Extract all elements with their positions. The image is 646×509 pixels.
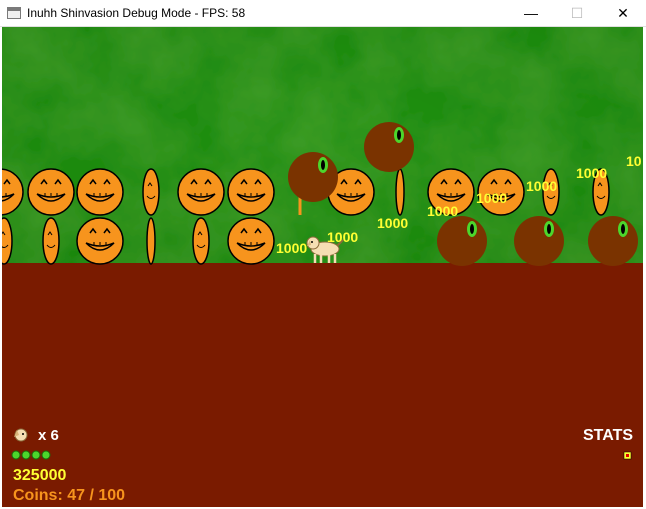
pumpkin-enemy (227, 168, 275, 216)
health-pip (11, 450, 21, 460)
stats-label[interactable]: STATS (583, 427, 633, 445)
game-viewport[interactable]: 1000 1000 1000 1000 1000 1000 1000 1000 … (2, 27, 643, 507)
eye-blob-enemy (437, 216, 487, 266)
floating-score: 10 (626, 153, 642, 169)
coins-counter: Coins: 47 / 100 (13, 487, 126, 504)
ground (2, 263, 643, 507)
pumpkin-enemy (76, 168, 124, 216)
minimize-button[interactable]: — (508, 0, 554, 26)
eye-blob-enemy (514, 216, 564, 266)
close-button[interactable]: ✕ (600, 0, 646, 26)
floating-score: 1000 (327, 229, 358, 245)
floating-score: 1000 (576, 165, 607, 181)
floating-score: 1000 (526, 178, 557, 194)
pumpkin-enemy (177, 168, 225, 216)
floating-score: 1000 (377, 215, 408, 231)
pumpkin-enemy (27, 168, 75, 216)
health-pip (41, 450, 51, 460)
pumpkin-enemy-turning (2, 217, 13, 265)
pumpkin-enemy-turning (146, 217, 156, 265)
eye-blob-enemy (364, 122, 414, 172)
pumpkin-enemy-turning (395, 168, 405, 216)
floating-score: 1000 (476, 190, 507, 206)
pumpkin-enemy (227, 217, 275, 265)
health-pip (21, 450, 31, 460)
window-title: Inuhh Shinvasion Debug Mode - FPS: 58 (27, 6, 246, 20)
pumpkin-enemy (76, 217, 124, 265)
score-counter: 325000 (13, 467, 67, 484)
floating-score: 1000 (276, 240, 307, 256)
red-box-icon (623, 451, 632, 460)
floating-score: 1000 (427, 203, 458, 219)
health-pip (31, 450, 41, 460)
game-scene: 1000 1000 1000 1000 1000 1000 1000 1000 … (2, 27, 643, 507)
eye-blob-enemy (288, 152, 338, 202)
lives-counter: x 6 (38, 427, 59, 444)
eye-blob-enemy (588, 216, 638, 266)
pumpkin-enemy-turning (192, 217, 210, 265)
maximize-button[interactable]: ☐ (554, 0, 600, 26)
window-titlebar[interactable]: Inuhh Shinvasion Debug Mode - FPS: 58 — … (0, 0, 646, 27)
pumpkin-enemy-turning (42, 217, 60, 265)
pumpkin-enemy-turning (142, 168, 160, 216)
app-window-icon (7, 7, 21, 19)
